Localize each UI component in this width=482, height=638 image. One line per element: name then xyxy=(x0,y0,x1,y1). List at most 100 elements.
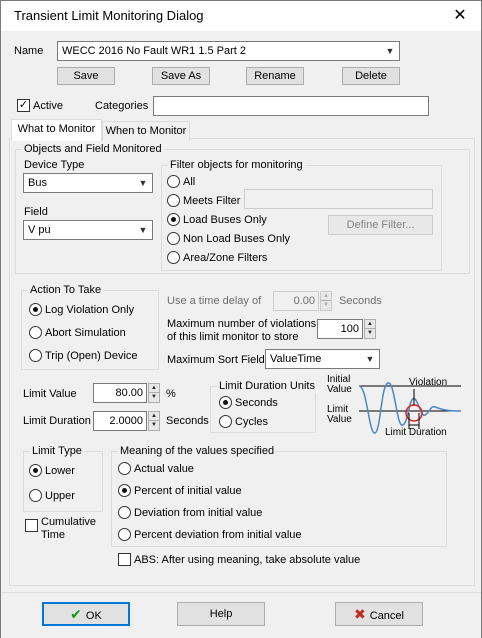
spin-up-icon: ▲ xyxy=(321,292,331,301)
device-type-label: Device Type xyxy=(24,159,85,171)
action-abort-radio[interactable] xyxy=(29,326,42,339)
meaning-actual-label: Actual value xyxy=(134,463,194,475)
define-filter-button[interactable]: Define Filter... xyxy=(328,215,433,235)
filter-non-load-buses-label: Non Load Buses Only xyxy=(183,233,291,245)
diagram-initial-value-label: Initial Value xyxy=(327,374,352,395)
limit-duration-spinner[interactable]: ▲ ▼ xyxy=(148,411,160,431)
limit-value-input[interactable]: 80.00 xyxy=(93,383,147,403)
spin-down-icon[interactable]: ▼ xyxy=(365,329,375,338)
max-violations-spinner[interactable]: ▲ ▼ xyxy=(364,319,376,339)
cumulative-time-checkbox[interactable] xyxy=(25,519,38,532)
filter-load-buses-label: Load Buses Only xyxy=(183,214,267,226)
name-label: Name xyxy=(14,45,44,57)
meaning-deviation-radio[interactable] xyxy=(118,506,131,519)
cancel-label: Cancel xyxy=(369,610,404,622)
filter-all-radio[interactable] xyxy=(167,175,180,188)
abs-label: ABS: After using meaning, take absolute … xyxy=(134,554,361,566)
chevron-down-icon: ▼ xyxy=(138,225,148,235)
device-type-select[interactable]: Bus ▼ xyxy=(23,173,153,193)
spin-up-icon[interactable]: ▲ xyxy=(149,412,159,421)
limit-diagram: Initial Value Limit Value Violation Limi… xyxy=(323,373,463,441)
limit-duration-input[interactable]: 2.0000 xyxy=(93,411,147,431)
limit-duration-label: Limit Duration xyxy=(23,415,91,427)
sort-field-select[interactable]: ValueTime ▼ xyxy=(265,349,380,369)
action-log-violation-radio[interactable] xyxy=(29,303,42,316)
delay-input: 0.00 xyxy=(273,291,319,311)
limit-value-unit: % xyxy=(166,388,176,400)
limit-type-upper-radio[interactable] xyxy=(29,489,42,502)
cumulative-time-label-2: Time xyxy=(41,529,66,541)
filter-group-title: Filter objects for monitoring xyxy=(168,159,305,172)
title-bar: Transient Limit Monitoring Dialog ✕ xyxy=(1,1,481,31)
close-icon[interactable]: ✕ xyxy=(445,4,475,28)
field-select[interactable]: V pu ▼ xyxy=(23,220,153,240)
limit-value-spinner[interactable]: ▲ ▼ xyxy=(148,383,160,403)
save-button[interactable]: Save xyxy=(57,67,115,85)
spin-up-icon[interactable]: ▲ xyxy=(149,384,159,393)
name-select[interactable]: WECC 2016 No Fault WR1 1.5 Part 2 ▼ xyxy=(57,41,400,61)
cancel-button[interactable]: ✖ Cancel xyxy=(335,602,423,626)
meaning-actual-radio[interactable] xyxy=(118,462,131,475)
action-trip-label: Trip (Open) Device xyxy=(45,350,138,362)
active-label: Active xyxy=(33,100,63,112)
action-abort-label: Abort Simulation xyxy=(45,327,126,339)
filter-area-zone-label: Area/Zone Filters xyxy=(183,252,268,264)
name-select-value: WECC 2016 No Fault WR1 1.5 Part 2 xyxy=(62,45,247,57)
save-as-button[interactable]: Save As xyxy=(152,67,210,85)
device-type-value: Bus xyxy=(28,177,47,189)
meaning-group-title: Meaning of the values specified xyxy=(118,445,277,458)
response-curve xyxy=(358,382,462,434)
delay-spinner: ▲ ▼ xyxy=(320,291,332,311)
abs-checkbox[interactable] xyxy=(118,553,131,566)
meaning-percent-deviation-radio[interactable] xyxy=(118,528,131,541)
spin-up-icon[interactable]: ▲ xyxy=(365,320,375,329)
ok-label: OK xyxy=(85,610,102,622)
spin-down-icon[interactable]: ▼ xyxy=(149,421,159,430)
meaning-percent-initial-radio[interactable] xyxy=(118,484,131,497)
duration-units-title: Limit Duration Units xyxy=(217,380,317,393)
spin-down-icon: ▼ xyxy=(323,302,329,308)
window-title: Transient Limit Monitoring Dialog xyxy=(14,8,204,23)
field-value: V pu xyxy=(28,224,51,236)
duration-seconds-radio[interactable] xyxy=(219,396,232,409)
check-icon: ✔ xyxy=(70,606,82,622)
duration-seconds-label: Seconds xyxy=(235,397,278,409)
diagram-limit-duration-label: Limit Duration xyxy=(385,427,447,438)
filter-area-zone-radio[interactable] xyxy=(167,251,180,264)
limit-duration-unit: Seconds xyxy=(166,415,209,427)
dialog-window: Transient Limit Monitoring Dialog ✕ Name… xyxy=(0,0,482,638)
filter-non-load-buses-radio[interactable] xyxy=(167,232,180,245)
active-checkbox[interactable]: ✓ xyxy=(17,99,30,112)
delay-unit: Seconds xyxy=(339,295,382,307)
max-violations-input[interactable]: 100 xyxy=(317,319,363,339)
tab-when-to-monitor[interactable]: When to Monitor xyxy=(102,121,190,141)
delay-label: Use a time delay of xyxy=(167,295,262,307)
rename-button[interactable]: Rename xyxy=(246,67,304,85)
diagram-violation-label: Violation xyxy=(409,377,448,388)
x-icon: ✖ xyxy=(354,606,366,622)
ok-button[interactable]: ✔ OK xyxy=(42,602,130,626)
duration-cycles-radio[interactable] xyxy=(219,415,232,428)
categories-input[interactable] xyxy=(153,96,429,116)
meaning-percent-initial-label: Percent of initial value xyxy=(134,485,242,497)
help-button[interactable]: Help xyxy=(177,602,265,626)
filter-meets-filter-label: Meets Filter xyxy=(183,195,241,207)
tab-what-to-monitor[interactable]: What to Monitor xyxy=(11,119,102,141)
filter-meets-filter-radio[interactable] xyxy=(167,194,180,207)
filter-load-buses-radio[interactable] xyxy=(167,213,180,226)
chevron-down-icon: ▼ xyxy=(138,178,148,188)
spin-down-icon[interactable]: ▼ xyxy=(149,393,159,402)
max-violations-label-2: of this limit monitor to store xyxy=(167,331,299,343)
diagram-limit-value-label: Limit Value xyxy=(327,404,352,425)
limit-type-upper-label: Upper xyxy=(45,490,75,502)
limit-type-title: Limit Type xyxy=(30,445,84,458)
action-group-title: Action To Take xyxy=(28,284,104,297)
action-trip-radio[interactable] xyxy=(29,349,42,362)
sort-field-value: ValueTime xyxy=(270,353,322,365)
limit-type-lower-radio[interactable] xyxy=(29,464,42,477)
categories-label: Categories xyxy=(95,100,149,112)
limit-type-lower-label: Lower xyxy=(45,465,75,477)
meaning-percent-deviation-label: Percent deviation from initial value xyxy=(134,529,302,541)
sort-field-label: Maximum Sort Field xyxy=(167,354,265,366)
delete-button[interactable]: Delete xyxy=(342,67,400,85)
